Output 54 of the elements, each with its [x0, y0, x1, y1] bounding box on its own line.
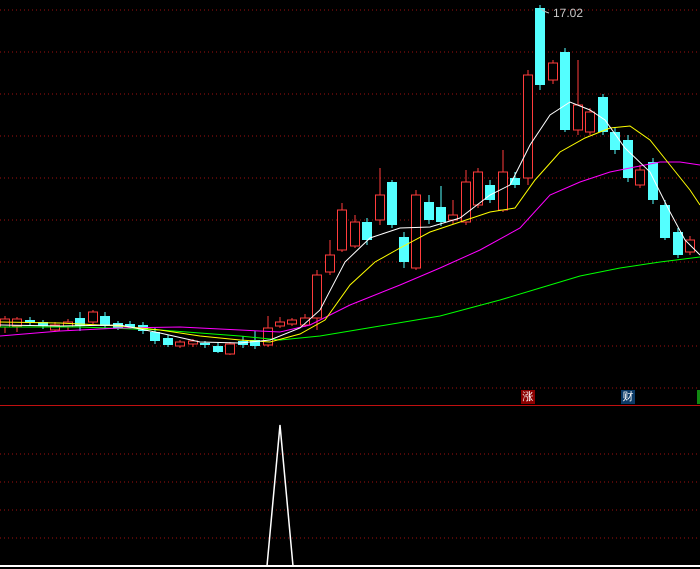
candlestick [473, 168, 483, 208]
candlestick [25, 316, 35, 326]
candlestick [325, 240, 335, 276]
marker-badge: 涨 [521, 390, 535, 404]
candlestick [362, 218, 372, 246]
candlestick [623, 134, 633, 182]
candlestick [275, 316, 285, 328]
candlestick [188, 338, 198, 348]
candlestick [498, 150, 508, 212]
candlestick [436, 186, 446, 226]
candlestick [485, 180, 495, 204]
candlestick [448, 200, 458, 224]
candlestick [63, 318, 73, 330]
candlestick [461, 170, 471, 226]
candlestick [598, 94, 608, 136]
candlestick [250, 330, 260, 350]
candlestick [12, 316, 22, 332]
candlestick [88, 310, 98, 324]
candlestick [510, 172, 520, 188]
candlestick [635, 164, 645, 188]
candlestick [312, 270, 322, 330]
candlestick [238, 336, 248, 348]
candlestick [375, 168, 385, 226]
candlestick [673, 228, 683, 258]
candlestick [350, 214, 360, 248]
candlestick [387, 180, 397, 228]
candlestick [399, 232, 409, 268]
candlestick [300, 314, 310, 328]
candlestick [38, 320, 48, 330]
candlestick [685, 236, 695, 256]
candlestick [263, 316, 273, 348]
candlestick [660, 200, 670, 240]
candlestick [175, 340, 185, 348]
candlestick [125, 320, 135, 330]
candlestick [50, 322, 60, 332]
candlestick [213, 342, 223, 354]
candlestick [424, 194, 434, 224]
leader-line [540, 8, 550, 14]
high-price-label: 17.02 [553, 6, 584, 20]
candlestick [163, 334, 173, 348]
candlestick [287, 318, 297, 326]
candlestick [610, 128, 620, 154]
candlestick [225, 342, 235, 356]
candlestick [548, 60, 558, 84]
candlestick [585, 108, 595, 136]
candlestick [150, 328, 160, 344]
marker-badge: 财 [621, 390, 635, 404]
candlestick [113, 320, 123, 330]
candlestick [138, 322, 148, 334]
candlestick [337, 202, 347, 252]
candlestick [100, 312, 110, 330]
candlestick [75, 312, 85, 332]
candlestick [648, 158, 658, 204]
candlestick [200, 340, 210, 348]
